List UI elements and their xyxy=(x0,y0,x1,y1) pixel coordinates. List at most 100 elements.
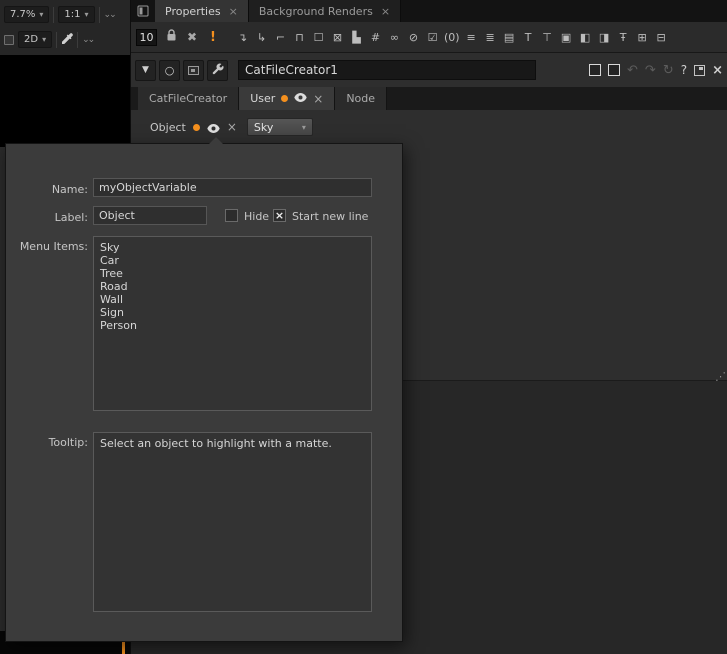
group-knob-icon[interactable]: ⊞ xyxy=(635,31,650,44)
knob-name-input[interactable] xyxy=(93,178,372,197)
divider-knob-icon[interactable]: ⊟ xyxy=(654,31,669,44)
max-panels-field[interactable]: 10 xyxy=(136,29,157,46)
tab-node[interactable]: Node xyxy=(335,87,387,110)
wrench-icon xyxy=(212,63,224,78)
start-new-line-checkbox-label: Start new line xyxy=(292,210,368,223)
checkbox-knob-icon[interactable]: ☑ xyxy=(425,31,440,44)
collapse-panel-button[interactable]: ▼ xyxy=(135,60,156,81)
array-knob-icon[interactable]: ⊓ xyxy=(292,31,307,44)
viewer-controls-row-1: 7.7% ▾ 1:1 ▾ ⌄⌄ xyxy=(2,2,128,27)
nuke-properties-ui: 7.7% ▾ 1:1 ▾ ⌄⌄ 2D ▾ ⌄⌄ xyxy=(0,0,727,654)
revert-icon[interactable]: ↻ xyxy=(663,63,674,78)
separator xyxy=(99,7,100,23)
close-icon[interactable]: × xyxy=(381,5,390,18)
exclamation-icon[interactable]: ! xyxy=(206,30,220,45)
menu-items-textarea[interactable]: Sky Car Tree Road Wall Sign Person xyxy=(93,236,372,411)
node-color-swatch[interactable] xyxy=(589,64,601,76)
object-knob-row: Object × Sky ▾ xyxy=(150,117,313,137)
zoom-select[interactable]: 7.7% ▾ xyxy=(4,6,49,23)
close-all-icon[interactable]: ✖ xyxy=(185,30,199,44)
close-icon[interactable]: × xyxy=(227,120,237,134)
orange-dot-icon[interactable] xyxy=(193,124,200,131)
redo-icon[interactable]: ↷ xyxy=(645,63,656,78)
chevron-down-icon: ▾ xyxy=(302,123,306,132)
glasses-off-icon[interactable]: ⊘ xyxy=(406,31,421,44)
menu-items-label: Menu Items: xyxy=(6,240,88,253)
eye-icon[interactable] xyxy=(294,92,307,105)
collapse-chevrons-icon[interactable]: ⌄⌄ xyxy=(104,10,115,20)
tab-label: User xyxy=(250,92,275,105)
knob-editor-dialog: Name: Label: Hide × Start new line Menu … xyxy=(5,143,403,642)
object-dropdown[interactable]: Sky ▾ xyxy=(247,118,313,136)
pulldown-knob-icon[interactable]: ↴ xyxy=(235,31,250,44)
node-color-button[interactable] xyxy=(183,60,204,81)
node-header-actions: ↶ ↷ ↻ ? × xyxy=(589,63,723,78)
knob-label-input[interactable] xyxy=(93,206,207,225)
input-knob-icon[interactable]: ↳ xyxy=(254,31,269,44)
collapse-chevrons-icon[interactable]: ⌄⌄ xyxy=(82,35,93,45)
viewer-controls-row-2: 2D ▾ ⌄⌄ xyxy=(2,27,128,52)
expression-knob-icon[interactable]: (0) xyxy=(444,31,460,44)
viewer-mode-icon xyxy=(4,35,14,45)
manage-knobs-button[interactable] xyxy=(207,60,228,81)
orange-dot-icon[interactable] xyxy=(281,95,288,102)
tooltip-label: Tooltip: xyxy=(6,436,88,449)
align-left-icon[interactable]: ≡ xyxy=(464,31,479,44)
text-lines-icon[interactable]: ▤ xyxy=(502,31,517,44)
separator xyxy=(56,32,57,48)
label-label: Label: xyxy=(6,211,88,224)
glasses-icon[interactable]: ∞ xyxy=(387,31,402,44)
tab-properties[interactable]: Properties × xyxy=(155,0,249,22)
align-justify-icon[interactable]: ≣ xyxy=(483,31,498,44)
tab-background-renders[interactable]: Background Renders × xyxy=(249,0,401,22)
view-mode-select[interactable]: 2D ▾ xyxy=(18,31,52,48)
dialog-pointer-notch xyxy=(209,137,223,144)
textbox-knob-icon[interactable]: ⊤ xyxy=(540,31,555,44)
resize-grip[interactable]: ⋰ xyxy=(715,370,726,383)
start-new-line-checkbox[interactable]: × xyxy=(273,209,286,222)
tab-label: Background Renders xyxy=(259,5,373,18)
axis-knob-icon[interactable]: ⌐ xyxy=(273,31,288,44)
tooltip-textarea[interactable]: Select an object to highlight with a mat… xyxy=(93,432,372,612)
panel-color-swatch[interactable] xyxy=(608,64,620,76)
name-label: Name: xyxy=(6,183,88,196)
tab-right-icon[interactable]: ◨ xyxy=(597,31,612,44)
knob-icon-strip: ↴ ↳ ⌐ ⊓ ☐ ⊠ ▙ # ∞ ⊘ ☑ (0) ≡ ≣ ▤ T ⊤ ▣ ◧ … xyxy=(235,31,669,44)
hide-checkbox[interactable] xyxy=(225,209,238,222)
proxy-select[interactable]: 1:1 ▾ xyxy=(58,6,94,23)
hash-icon[interactable]: # xyxy=(368,31,383,44)
close-icon[interactable]: × xyxy=(313,92,323,106)
panel-tab-bar: Properties × Background Renders × xyxy=(131,0,727,22)
viewer-area[interactable] xyxy=(0,55,130,147)
triangle-down-icon: ▼ xyxy=(142,65,149,75)
panel-layout-icon[interactable] xyxy=(131,0,155,22)
viewer-controls: 7.7% ▾ 1:1 ▾ ⌄⌄ 2D ▾ ⌄⌄ xyxy=(0,0,130,55)
undo-icon[interactable]: ↶ xyxy=(627,63,638,78)
dotted-box-icon[interactable]: ☐ xyxy=(311,31,326,44)
tab-catfilecreator[interactable]: CatFileCreator xyxy=(138,87,239,110)
help-button[interactable]: ? xyxy=(681,63,687,77)
eye-icon[interactable] xyxy=(207,118,220,137)
eyedropper-icon[interactable] xyxy=(61,30,73,49)
dropdown-value: Sky xyxy=(254,121,273,134)
node-name-input[interactable] xyxy=(238,60,536,80)
zoom-value: 7.7% xyxy=(10,9,35,20)
tab-left-icon[interactable]: ◧ xyxy=(578,31,593,44)
close-icon[interactable]: × xyxy=(712,63,723,78)
color-swatch-icon xyxy=(188,66,199,75)
transform-knob-icon[interactable]: ⊠ xyxy=(330,31,345,44)
node-indicator-button[interactable]: ○ xyxy=(159,60,180,81)
view-mode-value: 2D xyxy=(24,34,38,45)
float-panel-icon[interactable] xyxy=(694,65,705,76)
chevron-down-icon: ▾ xyxy=(39,10,43,19)
lock-icon[interactable] xyxy=(164,29,178,45)
tab-user[interactable]: User × xyxy=(239,87,335,110)
text-knob-icon[interactable]: T xyxy=(521,31,536,44)
text-strike-icon[interactable]: Ŧ xyxy=(616,31,631,44)
layers-icon[interactable]: ▣ xyxy=(559,31,574,44)
check-mark-icon: × xyxy=(275,210,284,221)
close-icon[interactable]: × xyxy=(229,5,238,18)
circle-icon: ○ xyxy=(165,64,175,77)
separator xyxy=(77,32,78,48)
ramp-knob-icon[interactable]: ▙ xyxy=(349,31,364,44)
